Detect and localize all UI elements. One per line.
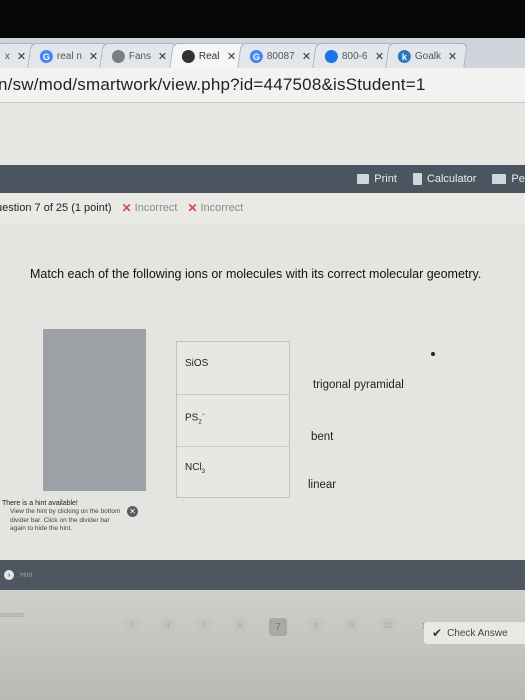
browser-tab-label: real n	[57, 50, 83, 62]
hint-toggle-icon[interactable]: ›	[4, 570, 14, 580]
answer-bank: SiOS PS2− NCl3	[176, 341, 290, 498]
k-icon: k	[397, 49, 411, 63]
phone-icon	[324, 49, 338, 63]
chegg-icon	[181, 49, 195, 63]
google-icon: G	[40, 49, 54, 63]
periodic-table-button[interactable]: Pen	[492, 173, 525, 185]
incorrect-x-icon: ✕	[121, 201, 132, 215]
calculator-icon	[412, 173, 422, 185]
screen-bezel	[0, 0, 525, 40]
hint-body: View the hint by clicking on the bottom …	[10, 508, 121, 532]
hint-popup: There is a hint available! View the hint…	[2, 499, 142, 533]
pen-label: Pen	[511, 173, 525, 185]
geometry-bent[interactable]: bent	[311, 431, 333, 443]
checkmark-icon: ✔	[432, 626, 443, 640]
browser-tab[interactable]: Greal n ✕	[27, 43, 110, 68]
page-button[interactable]: 6	[233, 618, 247, 632]
hint-title: There is a hint available!	[2, 500, 78, 507]
tab-close-icon[interactable]: ✕	[17, 50, 26, 63]
printer-icon	[357, 174, 370, 184]
browser-tab-label: 800-6	[341, 50, 368, 62]
periodic-table-icon	[492, 174, 507, 184]
tab-close-icon[interactable]: ✕	[374, 50, 383, 63]
browser-tab-label: Real	[198, 50, 220, 62]
page-button[interactable]: 3	[125, 618, 139, 632]
answer-divider	[177, 394, 289, 395]
drop-target-area[interactable]	[43, 329, 146, 491]
question-number: uestion 7 of 25 (1 point)	[0, 202, 112, 214]
assignment-toolbar: Print Calculator Pen	[0, 165, 525, 193]
check-answer-button[interactable]: ✔ Check Answe	[424, 622, 525, 644]
answer-chip-ps2[interactable]: PS2−	[185, 412, 205, 425]
tab-close-icon[interactable]: ✕	[448, 50, 457, 63]
attempt-badge-1: ✕ Incorrect	[122, 201, 178, 215]
browser-tab-label: x	[4, 50, 10, 62]
attempt-label: Incorrect	[134, 202, 178, 214]
page-button[interactable]: 5	[197, 618, 211, 632]
browser-tab-label: 80087	[266, 50, 295, 62]
page-button[interactable]: 4	[161, 618, 175, 632]
attempt-badge-2: ✕ Incorrect	[187, 201, 243, 215]
check-answer-label: Check Answe	[447, 627, 508, 639]
page-button[interactable]: 7	[269, 618, 287, 636]
tab-close-icon[interactable]: ✕	[226, 50, 235, 63]
assignment-footer: sources 345678910› ✔ Check Answe	[0, 590, 525, 700]
hint-divider-bar[interactable]: › Hint	[0, 560, 525, 590]
browser-tab-bar: x ✕ Greal n ✕ Fans ✕ Real ✕ G 80087 ✕ 800-6 ✕ k Goalk ✕	[0, 38, 525, 68]
geometry-trigonal-pyramidal[interactable]: trigonal pyramidal	[313, 379, 404, 391]
browser-tab[interactable]: Real ✕	[169, 43, 247, 68]
resources-link[interactable]: sources	[0, 612, 25, 619]
answer-chip-ncl3[interactable]: NCl3	[185, 462, 205, 475]
geometry-linear[interactable]: linear	[308, 479, 336, 491]
url-text[interactable]: n/sw/mod/smartwork/view.php?id=447508&is…	[0, 75, 426, 95]
answer-chip-sios[interactable]: SiOS	[185, 358, 208, 369]
incorrect-x-icon: ✕	[187, 201, 198, 215]
page-button[interactable]: 10	[381, 618, 395, 632]
page-button[interactable]: 8	[309, 618, 323, 632]
address-bar[interactable]: n/sw/mod/smartwork/view.php?id=447508&is…	[0, 68, 525, 103]
tab-close-icon[interactable]: ✕	[301, 50, 310, 63]
calculator-button[interactable]: Calculator	[412, 173, 477, 185]
page-header-area	[0, 103, 525, 165]
print-label: Print	[374, 173, 397, 185]
hint-label: Hint	[20, 571, 33, 579]
hint-close-icon[interactable]: ✕	[127, 506, 138, 517]
fans-icon	[112, 49, 126, 63]
attempt-label: Incorrect	[200, 202, 244, 214]
tab-close-icon[interactable]: ✕	[89, 50, 98, 63]
google-icon: G	[249, 49, 263, 63]
print-button[interactable]: Print	[357, 173, 397, 185]
browser-tab[interactable]: Fans ✕	[99, 43, 179, 68]
question-content: Match each of the following ions or mole…	[0, 223, 525, 560]
browser-tab[interactable]: k Goalk ✕	[384, 43, 468, 68]
tab-close-icon[interactable]: ✕	[159, 50, 168, 63]
question-pagination: 345678910›	[125, 618, 431, 636]
browser-tab[interactable]: G 80087 ✕	[236, 43, 322, 68]
question-prompt: Match each of the following ions or mole…	[30, 267, 482, 281]
browser-tab-label: Fans	[129, 50, 152, 62]
calculator-label: Calculator	[426, 173, 477, 185]
browser-tab[interactable]: 800-6 ✕	[311, 43, 395, 68]
browser-tab-label: Goalk	[414, 50, 441, 62]
page-button[interactable]: 9	[345, 618, 359, 632]
answer-divider	[177, 446, 289, 447]
cursor-dot	[431, 352, 435, 356]
question-status-bar: uestion 7 of 25 (1 point) ✕ Incorrect ✕ …	[0, 193, 525, 223]
